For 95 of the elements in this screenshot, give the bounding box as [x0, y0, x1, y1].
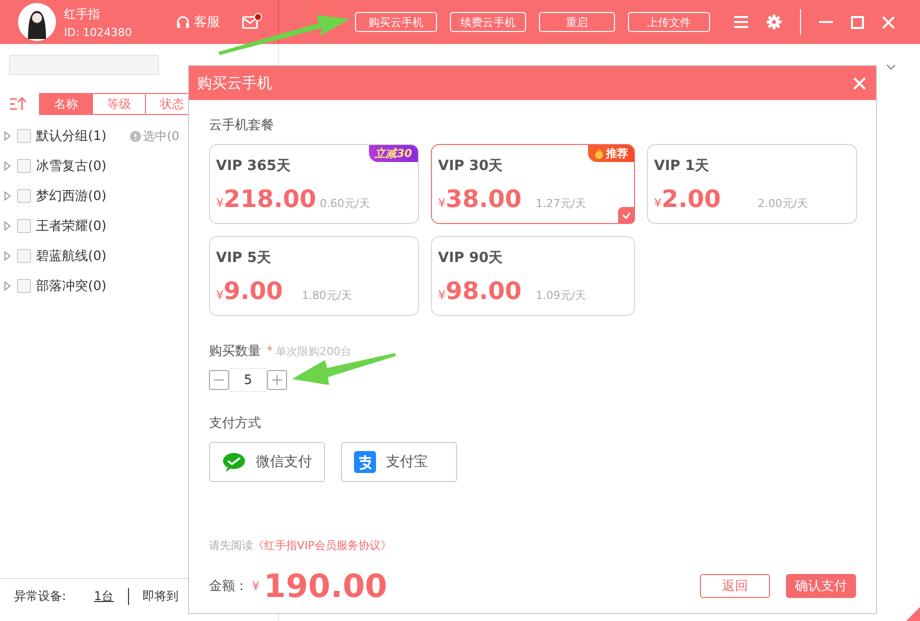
package-card[interactable]: VIP 365天 ¥218.00 0.60元/天 立减30: [209, 144, 419, 224]
sort-tab[interactable]: 名称: [39, 93, 93, 115]
close-icon[interactable]: [853, 76, 866, 90]
sort-tab[interactable]: 等级: [92, 93, 146, 115]
confirm-button[interactable]: 确认支付: [786, 574, 856, 598]
chevron-down-icon[interactable]: [886, 64, 896, 70]
device-count-link[interactable]: 1台: [94, 588, 114, 605]
package-price: 2.00: [662, 185, 721, 213]
section-label: 购买数量: [209, 343, 261, 360]
info-icon: [130, 130, 141, 142]
checkbox[interactable]: [17, 189, 31, 203]
menu-icon[interactable]: [734, 16, 748, 28]
maximize-icon[interactable]: [851, 16, 864, 28]
group-label: 王者荣耀(0): [36, 218, 108, 235]
payment-button[interactable]: 支付宝: [341, 442, 457, 482]
per-day-price: 0.60元/天: [320, 196, 370, 211]
support-link[interactable]: 客服: [176, 13, 220, 31]
search-field[interactable]: [9, 55, 159, 75]
total-amount: 190.00: [264, 567, 388, 605]
minus-icon: [214, 379, 224, 381]
package-name: VIP 30天: [438, 157, 504, 175]
currency-sign: ¥: [216, 196, 224, 210]
check-corner-icon: [618, 207, 635, 224]
header-button[interactable]: 重启: [539, 12, 615, 32]
currency-sign: ¥: [252, 579, 260, 593]
mail-icon: [242, 16, 258, 28]
package-card[interactable]: VIP 30天 ¥38.00 1.27元/天 推荐: [431, 144, 635, 224]
settings-icon[interactable]: [766, 14, 782, 30]
package-card[interactable]: VIP 5天 ¥9.00 1.80元/天: [209, 236, 419, 316]
package-price: 38.00: [446, 185, 522, 213]
checkbox[interactable]: [17, 159, 31, 173]
plus-icon: [272, 375, 282, 385]
package-name: VIP 1天: [654, 157, 710, 175]
group-label: 默认分组(1): [36, 128, 108, 145]
group-label: 冰雪复古(0): [36, 158, 108, 175]
currency-sign: ¥: [438, 196, 446, 210]
per-day-price: 2.00元/天: [758, 196, 808, 211]
group-label: 部落冲突(0): [36, 278, 108, 295]
expand-icon[interactable]: [4, 131, 11, 141]
per-day-price: 1.27元/天: [536, 196, 586, 211]
total-label: 金额：: [209, 578, 248, 595]
expand-icon[interactable]: [4, 281, 11, 291]
expand-icon[interactable]: [4, 191, 11, 201]
headset-icon: [176, 15, 190, 29]
package-name: VIP 90天: [438, 249, 504, 267]
discount-badge: 立减30: [368, 145, 418, 162]
checkbox[interactable]: [17, 249, 31, 263]
group-label: 碧蓝航线(0): [36, 248, 108, 265]
per-day-price: 1.09元/天: [536, 288, 586, 303]
recommend-badge: 推荐: [588, 145, 634, 162]
currency-sign: ¥: [654, 196, 662, 210]
section-label: 云手机套餐: [209, 117, 275, 134]
back-button[interactable]: 返回: [700, 574, 770, 598]
group-label: 梦幻西游(0): [36, 188, 108, 205]
quantity-field[interactable]: 5: [229, 368, 267, 392]
header-button[interactable]: 购买云手机: [355, 12, 437, 32]
currency-sign: ¥: [216, 288, 224, 302]
chat-bubble-icon: [222, 452, 246, 472]
agreement-link[interactable]: 《红手指VIP会员服务协议》: [253, 538, 392, 553]
agreement-text: 请先阅读《红手指VIP会员服务协议》: [209, 538, 392, 553]
footer-label: 即将到: [128, 588, 179, 605]
payment-button[interactable]: 微信支付: [209, 442, 325, 482]
section-label: 支付方式: [209, 415, 262, 432]
header-button[interactable]: 上传文件: [628, 12, 710, 32]
expand-icon[interactable]: [4, 221, 11, 231]
per-day-price: 1.80元/天: [302, 288, 352, 303]
package-card[interactable]: VIP 90天 ¥98.00 1.09元/天: [431, 236, 635, 316]
unread-dot: [254, 12, 262, 20]
close-icon[interactable]: [882, 16, 895, 28]
package-card[interactable]: VIP 1天 ¥2.00 2.00元/天: [647, 144, 857, 224]
package-name: VIP 5天: [216, 249, 272, 267]
alipay-icon: [354, 451, 376, 473]
increment-button[interactable]: [267, 370, 287, 390]
package-name: VIP 365天: [216, 157, 292, 175]
user-id: ID: 1024380: [64, 26, 132, 38]
checkbox[interactable]: [17, 129, 31, 143]
avatar: [18, 3, 56, 41]
footer-label: 异常设备:: [14, 588, 66, 605]
checkbox[interactable]: [17, 219, 31, 233]
expand-icon[interactable]: [4, 251, 11, 261]
checkbox[interactable]: [17, 279, 31, 293]
resize-grip[interactable]: [906, 607, 920, 621]
currency-sign: ¥: [438, 288, 446, 302]
user-name: 红手指: [64, 6, 101, 22]
required-mark: *: [267, 344, 272, 358]
selection-count: 选中(0: [143, 128, 180, 144]
header-button[interactable]: 续费云手机: [450, 12, 526, 32]
package-price: 218.00: [224, 185, 316, 213]
package-price: 98.00: [446, 277, 522, 305]
expand-icon[interactable]: [4, 161, 11, 171]
package-price: 9.00: [224, 277, 283, 305]
decrement-button[interactable]: [209, 370, 229, 390]
sort-icon[interactable]: [10, 97, 26, 111]
dialog-title: 购买云手机: [197, 74, 272, 92]
quantity-hint: 单次限购200台: [276, 344, 352, 358]
